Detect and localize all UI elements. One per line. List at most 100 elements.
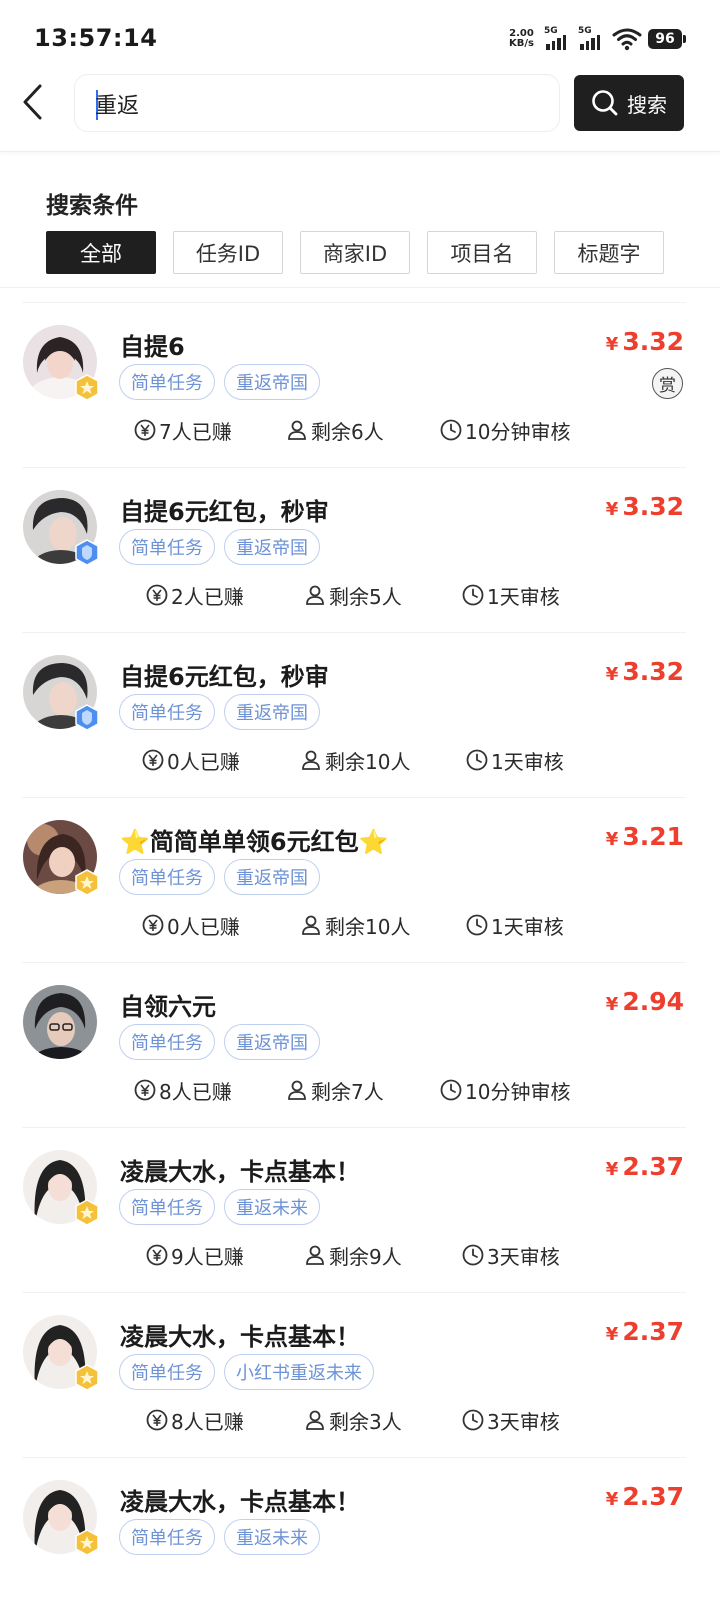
stat-remaining: 剩余3人 bbox=[304, 1406, 462, 1435]
task-title: 凌晨大水，卡点基本！ bbox=[120, 1488, 360, 1516]
task-tags: 简单任务 重返帝国 bbox=[119, 859, 320, 895]
user-icon bbox=[306, 1245, 324, 1265]
task-tags: 简单任务 小红书重返未来 bbox=[119, 1354, 374, 1390]
task-stats: 8人已赚 剩余3人 3天审核 bbox=[146, 1405, 560, 1435]
gold-medal-icon bbox=[75, 869, 99, 896]
clock-icon bbox=[466, 749, 488, 771]
task-tags: 简单任务 重返未来 bbox=[119, 1519, 320, 1555]
task-item[interactable]: 凌晨大水，卡点基本！ ¥2.37 简单任务 重返未来 bbox=[0, 1458, 720, 1600]
cellular-signal-icon: 5G bbox=[544, 26, 572, 52]
search-button[interactable]: 搜索 bbox=[574, 75, 684, 131]
task-item[interactable]: 自提6元红包，秒审 ¥3.32 简单任务 重返帝国 2人已赚 剩余5人 1天审核 bbox=[0, 468, 720, 633]
gold-medal-icon bbox=[75, 374, 99, 401]
back-button[interactable] bbox=[14, 82, 50, 122]
task-price: ¥2.37 bbox=[605, 1482, 684, 1511]
task-stats: 0人已赚 剩余10人 1天审核 bbox=[142, 910, 564, 940]
gold-medal-icon bbox=[75, 1199, 99, 1226]
clock-icon bbox=[440, 419, 462, 441]
task-tag: 简单任务 bbox=[119, 694, 215, 730]
task-item[interactable]: ⭐简简单单领6元红包⭐ ¥3.21 简单任务 重返帝国 0人已赚 剩余10人 1… bbox=[0, 798, 720, 963]
stat-review: 1天审核 bbox=[466, 911, 564, 940]
back-arrow-icon bbox=[23, 84, 42, 120]
stat-earned: 8人已赚 bbox=[134, 1076, 286, 1105]
user-icon bbox=[302, 750, 320, 770]
chip-title-keyword[interactable]: 标题字 bbox=[554, 231, 664, 274]
clock-icon bbox=[466, 914, 488, 936]
task-title: ⭐简简单单领6元红包⭐ bbox=[120, 828, 389, 856]
blue-shield-icon bbox=[75, 704, 99, 731]
search-input[interactable] bbox=[95, 75, 535, 133]
task-tag: 重返帝国 bbox=[224, 364, 320, 400]
user-icon bbox=[306, 585, 324, 605]
user-icon bbox=[306, 1410, 324, 1430]
task-price: ¥2.94 bbox=[605, 987, 684, 1016]
yen-coin-icon bbox=[134, 419, 156, 441]
stat-remaining: 剩余6人 bbox=[286, 416, 440, 445]
user-icon bbox=[302, 915, 320, 935]
task-item[interactable]: 自领六元 ¥2.94 简单任务 重返帝国 8人已赚 剩余7人 10分钟审核 bbox=[0, 963, 720, 1128]
search-box bbox=[74, 74, 560, 133]
stat-remaining: 剩余10人 bbox=[300, 746, 466, 775]
gold-medal-icon bbox=[75, 1529, 99, 1556]
yen-coin-icon bbox=[142, 749, 164, 771]
star-icon: ⭐ bbox=[120, 828, 150, 856]
task-title: 凌晨大水，卡点基本！ bbox=[120, 1158, 360, 1186]
task-tag: 重返帝国 bbox=[224, 694, 320, 730]
search-icon bbox=[592, 90, 618, 116]
task-tag: 简单任务 bbox=[119, 1024, 215, 1060]
task-price: ¥3.32 bbox=[605, 657, 684, 686]
task-stats: 0人已赚 剩余10人 1天审核 bbox=[142, 745, 564, 775]
chip-project-name[interactable]: 项目名 bbox=[427, 231, 537, 274]
task-item[interactable]: 凌晨大水，卡点基本！ ¥2.37 简单任务 小红书重返未来 8人已赚 剩余3人 … bbox=[0, 1293, 720, 1458]
task-title: 凌晨大水，卡点基本！ bbox=[120, 1323, 360, 1351]
task-item[interactable]: 自提6元红包，秒审 ¥3.32 简单任务 重返帝国 0人已赚 剩余10人 1天审… bbox=[0, 633, 720, 798]
task-item[interactable]: 凌晨大水，卡点基本！ ¥2.37 简单任务 重返未来 9人已赚 剩余9人 3天审… bbox=[0, 1128, 720, 1293]
yen-coin-icon bbox=[134, 1079, 156, 1101]
stat-review: 10分钟审核 bbox=[440, 1076, 570, 1105]
task-tag: 简单任务 bbox=[119, 1189, 215, 1225]
task-item[interactable]: 自提6 ¥3.32 赏 简单任务 重返帝国 7人已赚 剩余6人 10分钟审核 bbox=[0, 303, 720, 468]
reward-badge[interactable]: 赏 bbox=[652, 368, 683, 399]
stat-remaining: 剩余9人 bbox=[304, 1241, 462, 1270]
stat-earned: 7人已赚 bbox=[134, 416, 286, 445]
stat-earned: 0人已赚 bbox=[142, 911, 300, 940]
status-time: 13:57:14 bbox=[34, 24, 158, 52]
battery-icon: 96 bbox=[648, 29, 686, 49]
task-tags: 简单任务 重返帝国 bbox=[119, 364, 320, 400]
yen-coin-icon bbox=[142, 914, 164, 936]
stat-earned: 2人已赚 bbox=[146, 581, 304, 610]
task-stats: 2人已赚 剩余5人 1天审核 bbox=[146, 580, 560, 610]
task-title: 自提6元红包，秒审 bbox=[120, 498, 329, 526]
task-tag: 重返帝国 bbox=[224, 859, 320, 895]
chip-all[interactable]: 全部 bbox=[46, 231, 156, 274]
stat-review: 3天审核 bbox=[462, 1406, 560, 1435]
task-price: ¥2.37 bbox=[605, 1152, 684, 1181]
chip-task-id[interactable]: 任务ID bbox=[173, 231, 283, 274]
network-speed: 2.00 KB/s bbox=[509, 28, 534, 49]
star-icon: ⭐ bbox=[358, 828, 389, 856]
task-price: ¥3.32 bbox=[605, 492, 684, 521]
clock-icon bbox=[440, 1079, 462, 1101]
task-tag: 简单任务 bbox=[119, 859, 215, 895]
chip-merchant-id[interactable]: 商家ID bbox=[300, 231, 410, 274]
task-price: ¥2.37 bbox=[605, 1317, 684, 1346]
stat-review: 3天审核 bbox=[462, 1241, 560, 1270]
task-tag: 重返未来 bbox=[224, 1519, 320, 1555]
wifi-icon bbox=[612, 28, 642, 51]
filter-chips: 全部 任务ID 商家ID 项目名 标题字 bbox=[46, 231, 664, 274]
task-title: 自领六元 bbox=[120, 993, 216, 1021]
divider bbox=[0, 287, 720, 288]
task-tags: 简单任务 重返未来 bbox=[119, 1189, 320, 1225]
task-tags: 简单任务 重返帝国 bbox=[119, 529, 320, 565]
yen-coin-icon bbox=[146, 584, 168, 606]
task-tags: 简单任务 重返帝国 bbox=[119, 694, 320, 730]
task-tag: 重返帝国 bbox=[224, 1024, 320, 1060]
task-tags: 简单任务 重返帝国 bbox=[119, 1024, 320, 1060]
stat-remaining: 剩余5人 bbox=[304, 581, 462, 610]
stat-earned: 0人已赚 bbox=[142, 746, 300, 775]
clock-icon bbox=[462, 584, 484, 606]
task-tag: 小红书重返未来 bbox=[224, 1354, 374, 1390]
status-bar: 13:57:14 2.00 KB/s 5G 5G 96 bbox=[0, 0, 720, 72]
stat-remaining: 剩余7人 bbox=[286, 1076, 440, 1105]
task-tag: 简单任务 bbox=[119, 529, 215, 565]
